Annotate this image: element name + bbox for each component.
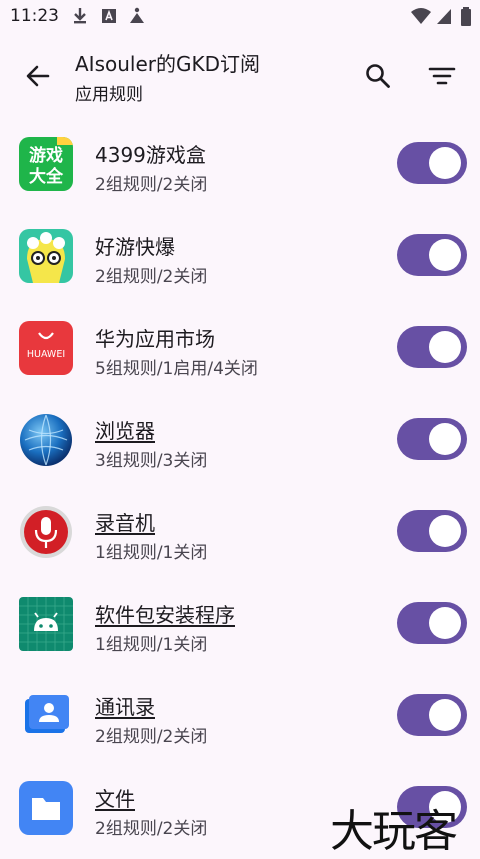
haoyou-kuaibao-icon [19,229,73,283]
list-item-package-installer[interactable]: 软件包安装程序 1组规则/1关闭 [0,580,480,672]
svg-text:大全: 大全 [29,166,64,187]
contacts-icon [19,689,73,743]
huawei-appgallery-icon: HUAWEI [19,321,73,375]
svg-text:HUAWEI: HUAWEI [27,349,65,360]
rule-summary: 3组规则/3关闭 [95,451,208,471]
enable-toggle[interactable] [397,326,467,368]
search-icon[interactable] [358,56,398,96]
toggle-knob [429,147,461,179]
app-name: 4399游戏盒 [95,143,206,167]
rule-summary: 2组规则/2关闭 [95,819,208,839]
toggle-knob [429,699,461,731]
signal-icon [437,9,451,24]
enable-toggle[interactable] [397,234,467,276]
list-item-haoyou[interactable]: 好游快爆 2组规则/2关闭 [0,212,480,304]
top-app-bar: AIsouler的GKD订阅 应用规则 [0,34,480,120]
app-name: 通讯录 [95,695,155,719]
rule-summary: 2组规则/2关闭 [95,727,208,747]
svg-text:游戏: 游戏 [29,145,63,166]
list-item-huawei-appgallery[interactable]: HUAWEI 华为应用市场 5组规则/1启用/4关闭 [0,304,480,396]
rule-summary: 1组规则/1关闭 [95,635,208,655]
enable-toggle[interactable] [397,602,467,644]
enable-toggle[interactable] [397,694,467,736]
sort-icon[interactable] [422,56,462,96]
list-item-4399[interactable]: 游戏 大全 4399游戏盒 2组规则/2关闭 [0,120,480,212]
app-name: 好游快爆 [95,235,175,259]
app-name: 软件包安装程序 [95,603,235,627]
accessibility-icon [130,7,144,23]
recorder-microphone-icon [19,505,73,559]
list-item-recorder[interactable]: 录音机 1组规则/1关闭 [0,488,480,580]
app-name: 文件 [95,787,135,811]
rule-summary: 2组规则/2关闭 [95,175,208,195]
arrow-back-icon[interactable] [18,56,58,96]
files-folder-icon [19,781,73,835]
battery-icon [461,7,471,26]
app-name: 华为应用市场 [95,327,215,351]
package-installer-android-icon [19,597,73,651]
status-time: 11:23 [10,6,59,26]
page-subtitle: 应用规则 [75,85,143,105]
font-a-icon [102,9,116,23]
toggle-knob [429,423,461,455]
toggle-knob [429,239,461,271]
rule-summary: 5组规则/1启用/4关闭 [95,359,258,379]
enable-toggle[interactable] [397,418,467,460]
toggle-knob [429,331,461,363]
browser-globe-icon [19,413,73,467]
toggle-knob [429,515,461,547]
wifi-icon [411,8,431,24]
status-bar: 11:23 [0,0,480,34]
4399-game-box-icon: 游戏 大全 [19,137,73,191]
rule-summary: 1组规则/1关闭 [95,543,208,563]
list-item-browser[interactable]: 浏览器 3组规则/3关闭 [0,396,480,488]
list-item-contacts[interactable]: 通讯录 2组规则/2关闭 [0,672,480,764]
app-name: 浏览器 [95,419,155,443]
page-title: AIsouler的GKD订阅 [75,52,261,76]
enable-toggle[interactable] [397,142,467,184]
rule-summary: 2组规则/2关闭 [95,267,208,287]
app-name: 录音机 [95,511,155,535]
download-icon [74,8,86,24]
enable-toggle[interactable] [397,510,467,552]
toggle-knob [429,607,461,639]
watermark-text: 大玩客 [330,806,458,857]
